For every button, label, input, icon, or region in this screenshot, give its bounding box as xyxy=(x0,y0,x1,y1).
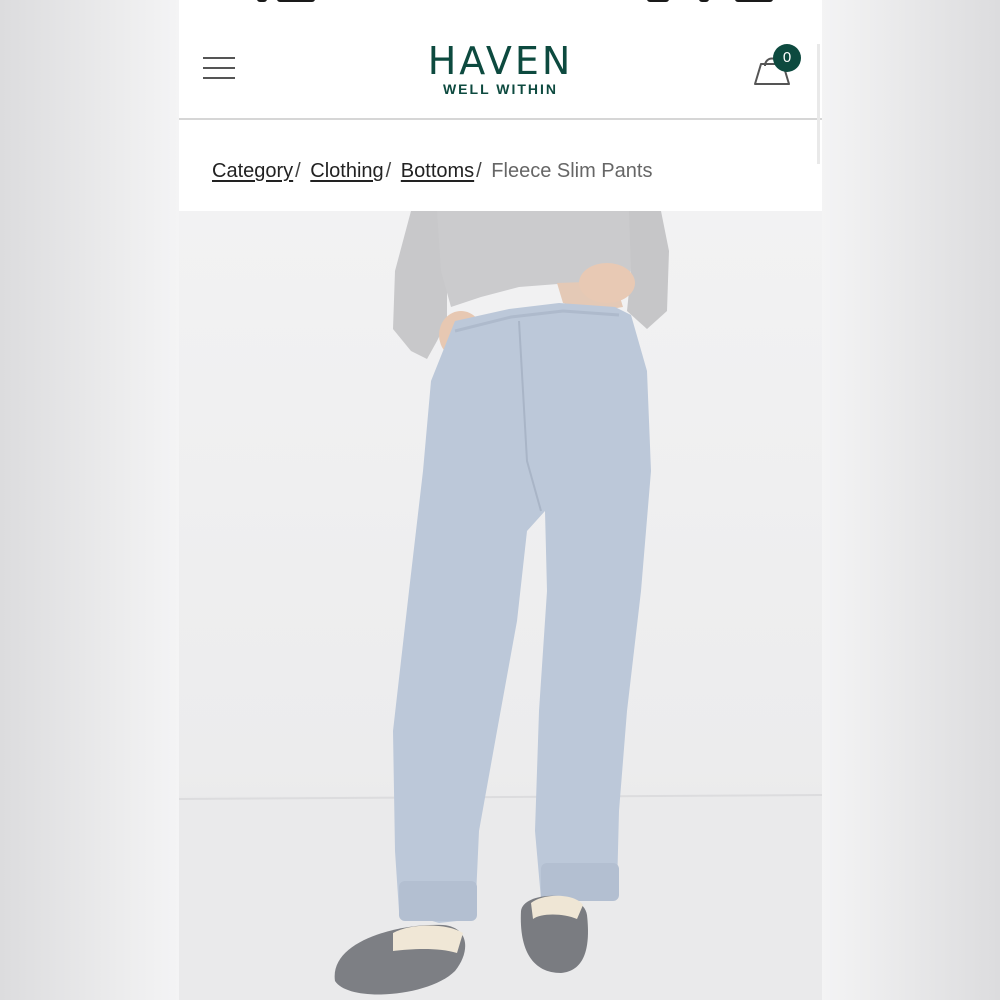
breadcrumb-separator: / xyxy=(385,160,392,182)
breadcrumb-link-category[interactable]: Category xyxy=(212,160,293,182)
status-bar xyxy=(179,0,822,8)
logo-tagline: WELL WITHIN xyxy=(442,81,559,97)
breadcrumb-link-bottoms[interactable]: Bottoms xyxy=(401,160,474,182)
logo-wordmark: HAVEN xyxy=(427,39,574,83)
signal-icon xyxy=(647,0,669,2)
breadcrumb-link-clothing[interactable]: Clothing xyxy=(310,160,383,182)
battery-icon xyxy=(735,0,773,2)
product-photo-illustration xyxy=(179,211,822,1000)
breadcrumb-current: Fleece Slim Pants xyxy=(491,160,653,182)
cart-count-badge: 0 xyxy=(773,44,801,72)
site-logo[interactable]: HAVEN WELL WITHIN xyxy=(179,42,822,97)
site-header: HAVEN WELL WITHIN 0 xyxy=(179,8,822,164)
status-time xyxy=(277,0,315,2)
product-image[interactable] xyxy=(179,211,822,1000)
wifi-icon xyxy=(699,0,709,2)
mobile-page: HAVEN WELL WITHIN 0 Category / Clothing / … xyxy=(179,0,822,1000)
breadcrumb-separator: / xyxy=(476,160,482,182)
scrollbar[interactable] xyxy=(817,44,820,164)
breadcrumb-separator: / xyxy=(295,160,301,182)
cart-button[interactable]: 0 xyxy=(751,44,811,96)
breadcrumb: Category / Clothing / Bottoms / Fleece Slim… xyxy=(212,160,652,183)
status-icon xyxy=(257,0,267,2)
